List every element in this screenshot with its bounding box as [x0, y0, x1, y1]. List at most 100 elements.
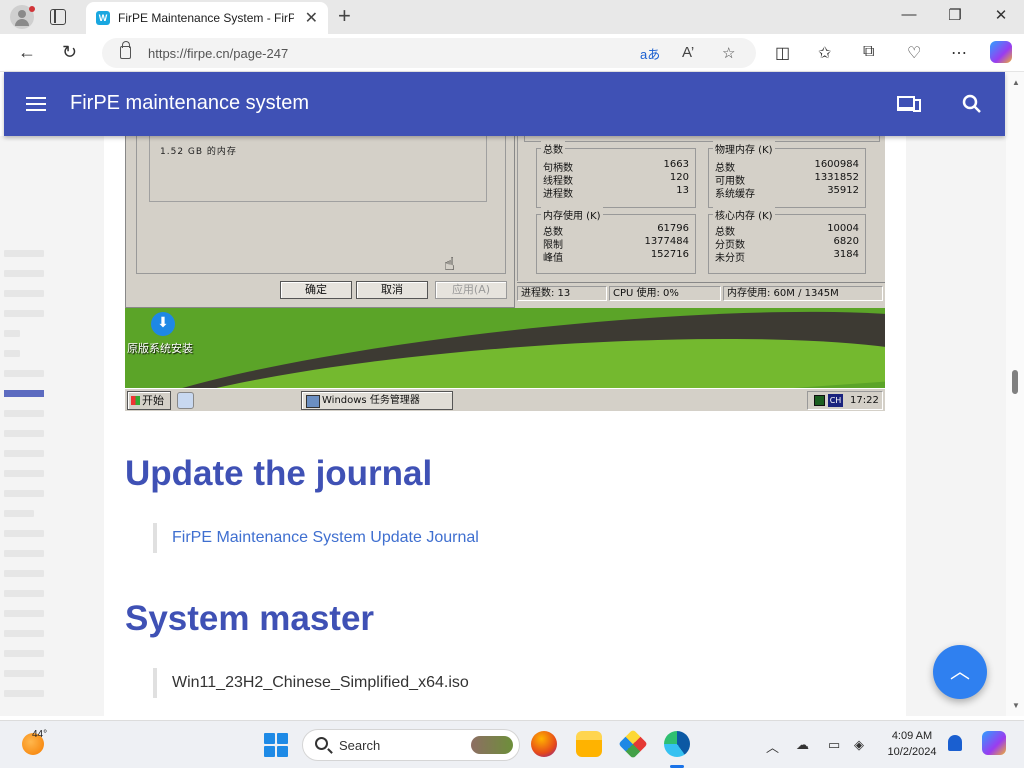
stat-value: 1377484	[644, 236, 689, 247]
toc-line[interactable]	[4, 310, 44, 317]
back-to-top-button[interactable]: ︿	[933, 645, 987, 699]
task-manager-statusbar: 进程数: 13 CPU 使用: 0% 内存使用: 60M / 1345M	[517, 282, 885, 302]
restore-icon[interactable]: ❐	[932, 6, 978, 24]
toc-active-item[interactable]	[4, 390, 44, 397]
more-options-icon[interactable]: ⋯	[951, 43, 967, 63]
show-hidden-icons-chevron-icon[interactable]: ︿	[766, 737, 779, 756]
lock-icon[interactable]	[120, 41, 131, 59]
stat-row: 限制 1377484	[543, 236, 689, 251]
stat-value: 1663	[663, 159, 689, 170]
stat-value: 1331852	[814, 172, 859, 183]
refresh-icon[interactable]: ↻	[62, 42, 77, 63]
toc-line[interactable]	[4, 690, 44, 697]
profile-status-dot	[29, 6, 35, 12]
back-icon[interactable]: ←	[18, 42, 36, 63]
stat-value: 10004	[827, 223, 859, 234]
toc-line[interactable]	[4, 270, 44, 277]
network-icon[interactable]: ◈	[854, 737, 864, 753]
group-title: 物理内存 (K)	[713, 141, 775, 156]
toc-line[interactable]	[4, 470, 44, 477]
toc-line[interactable]	[4, 450, 44, 457]
quicklaunch-icon	[177, 392, 194, 409]
toc-line[interactable]	[4, 610, 44, 617]
firefox-icon[interactable]	[531, 731, 557, 757]
search-highlight-icon	[471, 736, 513, 754]
scroll-thumb[interactable]	[1012, 370, 1018, 394]
site-title[interactable]: FirPE maintenance system	[70, 92, 309, 115]
stat-label: 系统缓存	[715, 189, 755, 200]
stat-value: 35912	[827, 185, 859, 196]
clock-time[interactable]: 4:09 AM	[880, 730, 944, 742]
close-window-icon[interactable]: ✕	[978, 6, 1024, 24]
toc-line[interactable]	[4, 370, 44, 377]
windows-start-icon[interactable]	[264, 733, 288, 757]
toc-line[interactable]	[4, 670, 44, 677]
toc-line[interactable]	[4, 410, 44, 417]
stat-value: 120	[669, 172, 689, 183]
tray-language-icon: CH	[828, 394, 843, 407]
menu-icon[interactable]	[26, 97, 46, 111]
notification-bell-icon[interactable]	[948, 735, 962, 751]
url-field[interactable]: https://firpe.cn/page-247 aあ A’ ☆	[102, 38, 756, 68]
favorite-star-icon[interactable]: ☆	[722, 44, 735, 62]
onedrive-offline-icon[interactable]: ☁	[796, 737, 809, 753]
read-aloud-icon[interactable]: A’	[682, 44, 694, 61]
toc-line[interactable]	[4, 430, 44, 437]
copilot-icon[interactable]	[990, 41, 1012, 63]
tab-actions-icon[interactable]	[50, 9, 66, 25]
toc-line[interactable]	[4, 530, 44, 537]
toc-line[interactable]	[4, 650, 44, 657]
stat-row: 总数 1600984	[715, 159, 859, 174]
tray-clock: 17:22	[850, 395, 879, 406]
toc-line[interactable]	[4, 590, 44, 597]
toc-line[interactable]	[4, 510, 34, 517]
scroll-up-arrow-icon[interactable]: ▲	[1012, 78, 1020, 87]
devices-icon[interactable]	[897, 96, 921, 112]
new-tab-icon[interactable]: +	[338, 3, 351, 29]
weather-temp[interactable]: 44°	[32, 729, 47, 740]
xp-system-tray: CH 17:22	[807, 391, 883, 410]
stat-label: 峰值	[543, 253, 563, 264]
search-icon[interactable]	[962, 94, 982, 114]
toc-line[interactable]	[4, 550, 44, 557]
iso-filename: Win11_23H2_Chinese_Simplified_x64.iso	[153, 668, 469, 698]
tab-title: FirPE Maintenance System - FirPE	[118, 11, 294, 25]
hand-cursor-icon: ☝	[444, 254, 455, 275]
edge-icon[interactable]	[664, 731, 690, 757]
stat-value: 3184	[833, 249, 859, 260]
extensions-heart-icon[interactable]: ♡	[907, 43, 921, 63]
status-processes: 进程数: 13	[517, 286, 607, 301]
toc-line[interactable]	[4, 630, 44, 637]
heading-update-journal: Update the journal	[125, 454, 433, 493]
file-explorer-icon[interactable]	[576, 731, 602, 757]
update-journal-link[interactable]: FirPE Maintenance System Update Journal	[153, 523, 479, 553]
right-margin	[906, 136, 1006, 716]
favorites-icon[interactable]: ✩	[818, 43, 831, 63]
minimize-icon[interactable]: —	[886, 6, 932, 23]
collections-icon[interactable]: ⧉	[863, 43, 874, 61]
toc-line[interactable]	[4, 570, 44, 577]
toc-line[interactable]	[4, 290, 44, 297]
toc-line[interactable]	[4, 250, 44, 257]
tab-close-icon[interactable]: ✕	[305, 8, 318, 28]
toc-line[interactable]	[4, 490, 44, 497]
stat-row: 可用数 1331852	[715, 172, 859, 187]
app-pinned-icon[interactable]	[618, 729, 648, 759]
copilot-taskbar-icon[interactable]	[982, 731, 1006, 755]
toc-line[interactable]	[4, 350, 20, 357]
tab-active[interactable]: W FirPE Maintenance System - FirPE ✕	[86, 2, 328, 34]
scroll-down-arrow-icon[interactable]: ▼	[1012, 701, 1020, 710]
group-title: 总数	[541, 141, 565, 156]
memory-text: 1.52 GB 的内存	[160, 147, 237, 157]
page-scrollbar[interactable]: ▲ ▼	[1006, 72, 1024, 716]
stat-row: 进程数 13	[543, 185, 689, 200]
translate-icon[interactable]: aあ	[640, 44, 660, 63]
toc-line[interactable]	[4, 330, 20, 337]
display-icon[interactable]: ▭	[828, 737, 840, 753]
status-memory: 内存使用: 60M / 1345M	[723, 286, 883, 301]
split-screen-icon[interactable]: ◫	[775, 43, 790, 63]
stat-label: 进程数	[543, 189, 573, 200]
clock-date[interactable]: 10/2/2024	[880, 746, 944, 758]
url-text[interactable]: https://firpe.cn/page-247	[148, 46, 288, 61]
taskbar-search[interactable]: Search	[302, 729, 520, 761]
